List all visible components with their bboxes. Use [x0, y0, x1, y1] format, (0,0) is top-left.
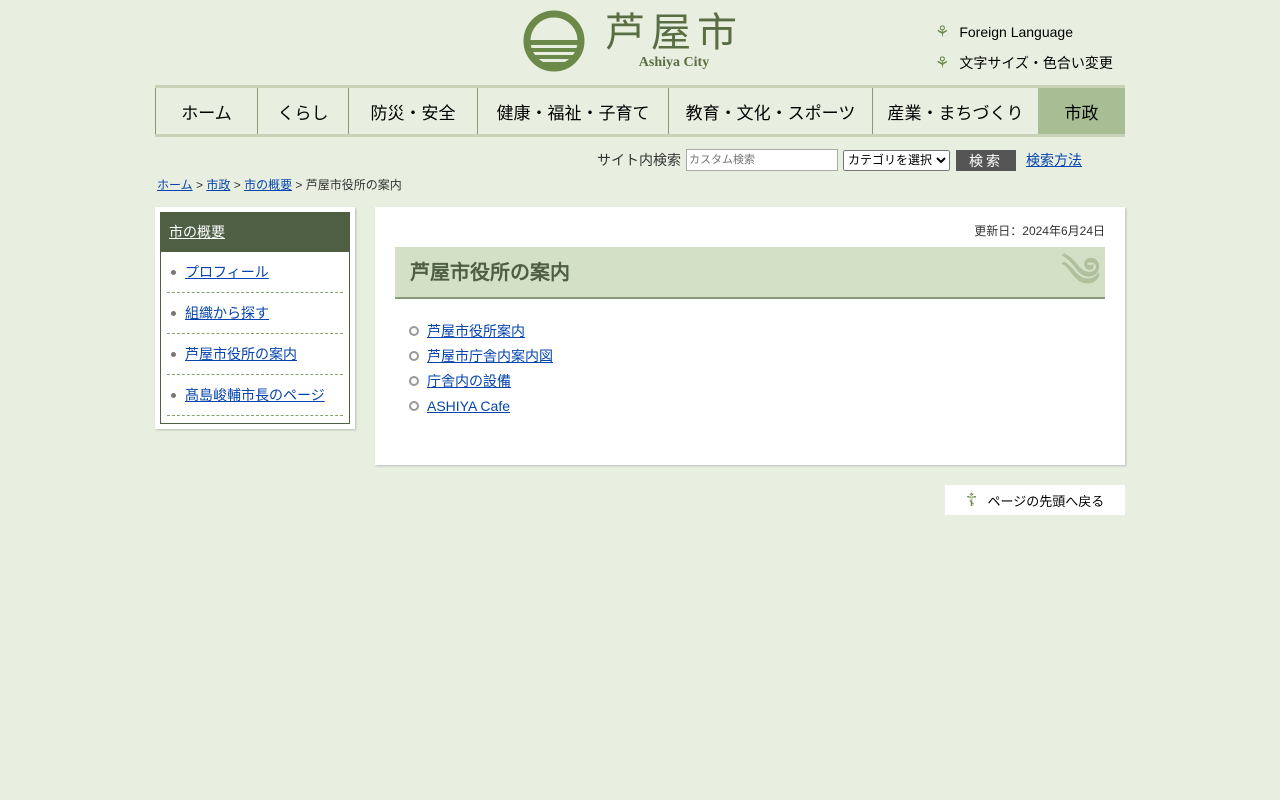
- bullet-icon: [409, 400, 419, 411]
- sidebar-link[interactable]: 芦屋市役所の案内: [185, 346, 297, 362]
- ornament-icon: ⚘: [935, 23, 950, 41]
- nav-kurashi[interactable]: くらし: [257, 88, 348, 134]
- sidebar-heading-link[interactable]: 市の概要: [169, 224, 225, 240]
- list-item: 芦屋市役所案内: [409, 318, 553, 343]
- nav-home[interactable]: ホーム: [155, 88, 257, 134]
- sep: >: [295, 178, 303, 192]
- sidebar-item: 芦屋市役所の案内: [167, 334, 343, 375]
- category-select[interactable]: カテゴリを選択: [843, 149, 950, 171]
- breadcrumb-overview[interactable]: 市の概要: [244, 178, 292, 192]
- nav-bousai[interactable]: 防災・安全: [348, 88, 477, 134]
- logo-text: 芦屋市: [605, 10, 743, 56]
- bullet-icon: [409, 325, 419, 336]
- bullet-icon: [409, 350, 419, 361]
- link-label: 文字サイズ・色合い変更: [959, 54, 1113, 71]
- sidebar-link[interactable]: 髙島峻輔市長のページ: [185, 387, 325, 403]
- breadcrumb-current: 芦屋市役所の案内: [305, 178, 402, 192]
- nav-shisei[interactable]: 市政: [1038, 88, 1125, 134]
- logo-subtext: Ashiya City: [638, 55, 710, 70]
- search-button[interactable]: 検索: [956, 149, 1016, 171]
- sidebar-link[interactable]: 組織から探す: [185, 305, 269, 321]
- nav-kyouiku[interactable]: 教育・文化・スポーツ: [668, 88, 872, 134]
- page-top-label: ページの先頭へ戻る: [987, 493, 1105, 509]
- content-link[interactable]: 庁舎内の設備: [427, 371, 511, 391]
- sidebar-item: 髙島峻輔市長のページ: [167, 375, 343, 416]
- list-item: 庁舎内の設備: [409, 368, 553, 393]
- sidebar-link[interactable]: プロフィール: [185, 264, 269, 280]
- text-size-color-link[interactable]: ⚘ 文字サイズ・色合い変更: [935, 47, 1113, 78]
- search-label: サイト内検索: [597, 152, 681, 168]
- search-help-link[interactable]: 検索方法: [1026, 150, 1082, 170]
- bullet-icon: [409, 375, 419, 386]
- updated-date: 更新日：2024年6月24日: [974, 224, 1105, 238]
- page-title-text: 芦屋市役所の案内: [410, 262, 570, 284]
- site-logo[interactable]: 芦屋市 Ashiya City: [523, 10, 743, 72]
- sidebar: 市の概要 プロフィール 組織から探す 芦屋市役所の案内 髙島峻輔市長のページ: [155, 207, 355, 429]
- logo-emblem-icon: [523, 10, 585, 72]
- content-link[interactable]: ASHIYA Cafe: [427, 398, 510, 414]
- content-link[interactable]: 芦屋市庁舎内案内図: [427, 346, 553, 366]
- link-label: Foreign Language: [959, 23, 1073, 40]
- sidebar-item: プロフィール: [167, 252, 343, 293]
- nav-sangyou[interactable]: 産業・まちづくり: [872, 88, 1038, 134]
- list-item: ASHIYA Cafe: [409, 393, 553, 418]
- page-top-button[interactable]: ☦ ページの先頭へ戻る: [945, 485, 1125, 515]
- content-link[interactable]: 芦屋市役所案内: [427, 321, 525, 341]
- search-input[interactable]: [686, 149, 838, 171]
- global-nav: ホーム くらし 防災・安全 健康・福祉・子育て 教育・文化・スポーツ 産業・まち…: [155, 85, 1125, 137]
- breadcrumb-shisei[interactable]: 市政: [206, 178, 230, 192]
- ornament-icon: ⚘: [935, 54, 950, 72]
- foreign-language-link[interactable]: ⚘ Foreign Language: [935, 16, 1113, 47]
- list-item: 芦屋市庁舎内案内図: [409, 343, 553, 368]
- sep: >: [195, 178, 203, 192]
- breadcrumb: ホーム > 市政 > 市の概要 > 芦屋市役所の案内: [157, 176, 402, 193]
- sidebar-item: 組織から探す: [167, 293, 343, 334]
- main-content: 更新日：2024年6月24日 芦屋市役所の案内 ༄ 芦屋市役所案内 芦屋市庁舎内案…: [375, 207, 1125, 465]
- ornament-icon: ☦: [965, 489, 978, 510]
- sep: >: [233, 178, 241, 192]
- ornament-icon: ༄: [1061, 251, 1100, 295]
- breadcrumb-home[interactable]: ホーム: [157, 178, 193, 192]
- site-search: サイト内検索 カテゴリを選択 検索 検索方法: [597, 149, 1082, 171]
- nav-kenkou[interactable]: 健康・福祉・子育て: [477, 88, 668, 134]
- page-title: 芦屋市役所の案内 ༄: [395, 247, 1105, 299]
